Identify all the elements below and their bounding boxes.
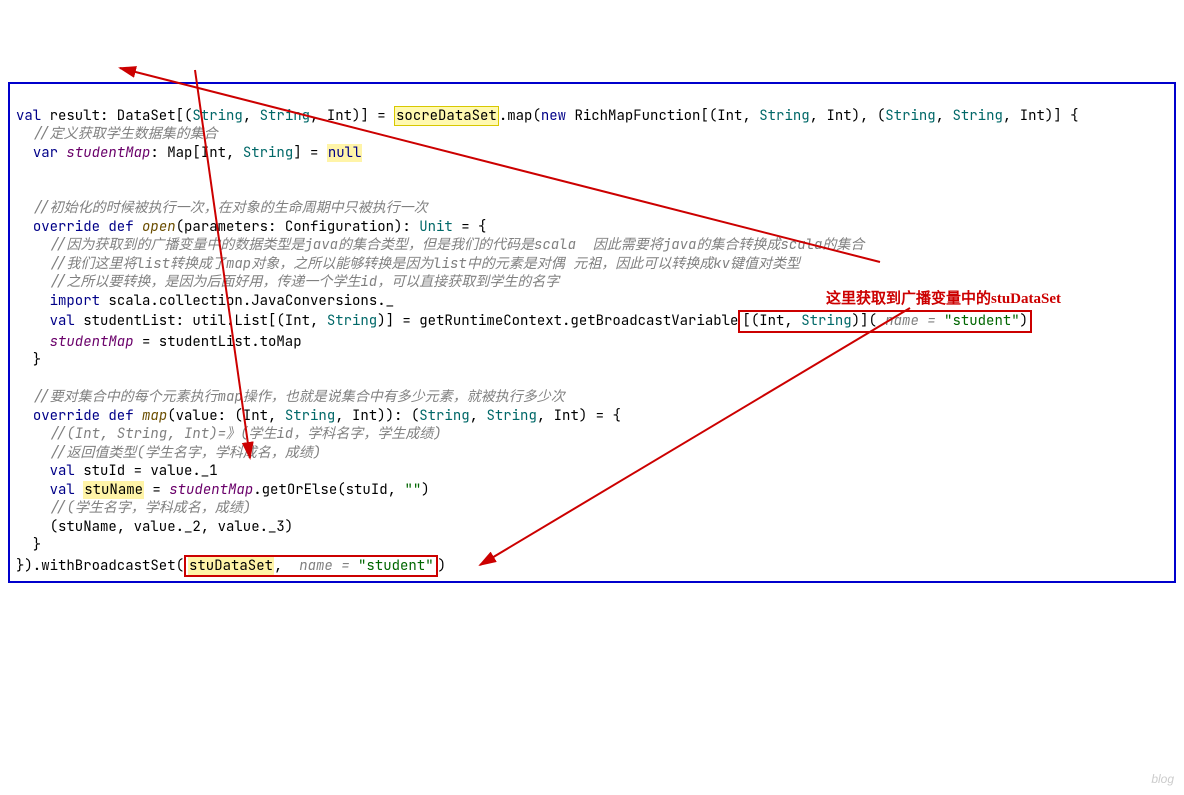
line-23: (stuName, value._2, value._3) (16, 518, 293, 536)
line-11: import scala.collection.JavaConversions.… (16, 292, 394, 310)
line-12: val studentList: util.List[(Int, String)… (16, 312, 1032, 330)
line-25: }).withBroadcastSet(stuDataSet, name = "… (16, 557, 446, 575)
line-14: } (16, 351, 41, 369)
line-18: //(Int, String, Int)=》(学生id，学科名字，学生成绩) (16, 425, 442, 443)
line-13: studentMap = studentList.toMap (16, 333, 302, 351)
line-17: override def map(value: (Int, String, In… (16, 407, 621, 425)
line-22: //(学生名字，学科成名，成绩) (16, 499, 251, 517)
withBroadcastSet-box: stuDataSet, name = "student" (184, 555, 438, 578)
line-6: //初始化的时候被执行一次，在对象的生命周期中只被执行一次 (16, 199, 428, 217)
line-24: } (16, 536, 41, 554)
stuName-highlight: stuName (83, 481, 144, 499)
line-1: val result: DataSet[(String, String, Int… (16, 106, 1079, 126)
line-20: val stuId = value._1 (16, 462, 218, 480)
stuDataSet-highlight: stuDataSet (188, 557, 274, 575)
line-16: //要对集合中的每个元素执行map操作，也就是说集合中有多少元素，就被执行多少次 (16, 388, 565, 406)
line-19: //返回值类型(学生名字，学科成名，成绩) (16, 444, 321, 462)
line-9: //我们这里将list转换成了map对象，之所以能够转换是因为list中的元素是… (16, 255, 800, 273)
line-3: var studentMap: Map[Int, String] = null (16, 144, 362, 162)
line-10: //之所以要转换，是因为后面好用，传递一个学生id，可以直接获取到学生的名字 (16, 273, 559, 291)
socreDataSet-highlight: socreDataSet (394, 106, 499, 126)
code-block: val result: DataSet[(String, String, Int… (8, 82, 1176, 583)
line-2: //定义获取学生数据集的集合 (16, 125, 218, 143)
line-8: //因为获取到的广播变量中的数据类型是java的集合类型，但是我们的代码是sca… (16, 236, 864, 254)
line-21: val stuName = studentMap.getOrElse(stuId… (16, 481, 430, 499)
getBroadcastVariable-box: [(Int, String)]( name = "student") (738, 310, 1032, 333)
line-7: override def open(parameters: Configurat… (16, 218, 486, 236)
null-highlight: null (327, 144, 363, 162)
watermark: blog (1151, 770, 1174, 789)
annotation-text: 这里获取到广播变量中的stuDataSet (826, 290, 1061, 309)
